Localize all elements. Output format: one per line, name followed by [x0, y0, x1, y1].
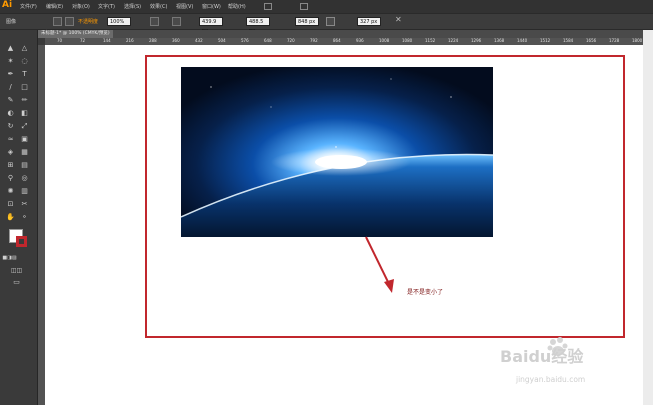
watermark-url: jingyan.baidu.com: [516, 375, 586, 384]
annotation-text: 是不是变小了: [407, 289, 444, 296]
watermark-brand: Baidu经验: [500, 347, 584, 366]
